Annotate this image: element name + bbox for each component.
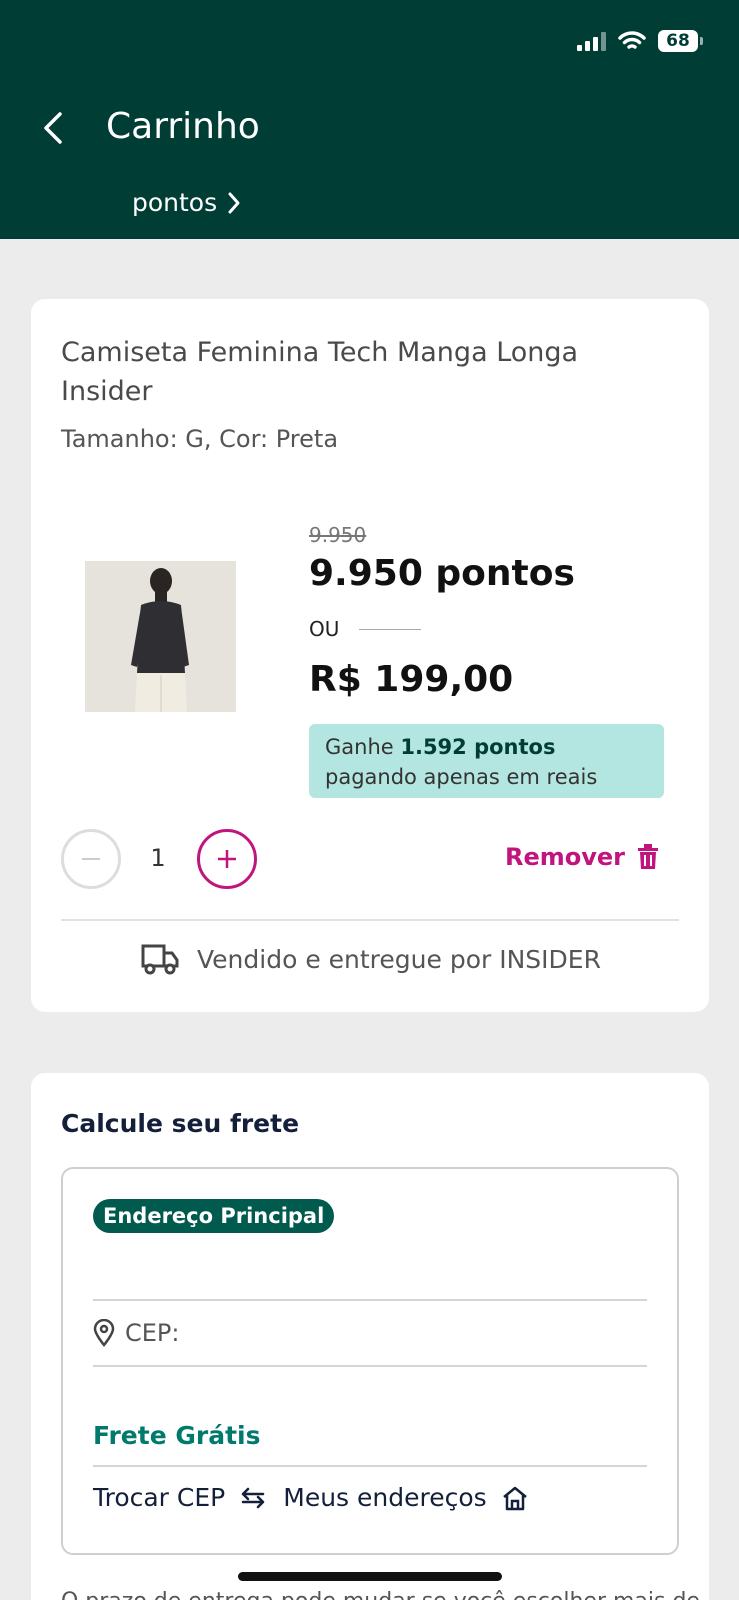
address-box: Endereço Principal CEP: Frete Grátis Tro… (61, 1167, 679, 1555)
points-balance-link[interactable]: pontos (132, 188, 241, 217)
increase-quantity-button[interactable] (197, 829, 257, 889)
points-label: pontos (132, 188, 218, 217)
chevron-right-icon (228, 192, 240, 213)
divider (93, 1299, 647, 1301)
trash-icon (638, 844, 658, 869)
brl-price: R$ 199,00 (309, 659, 514, 700)
or-divider: OU (309, 617, 422, 641)
plus-icon (218, 850, 236, 868)
product-variant: Tamanho: G, Cor: Preta (61, 425, 339, 453)
location-pin-icon (93, 1319, 115, 1347)
original-price: 9.950 (309, 523, 367, 547)
divider (93, 1365, 647, 1367)
cashback-promo: Ganhe 1.592 pontos pagando apenas em rea… (309, 724, 664, 798)
promo-suffix: pagando apenas em reais (325, 765, 598, 789)
product-name[interactable]: Camiseta Feminina Tech Manga Longa Insid… (61, 333, 661, 411)
signal-icon (577, 31, 606, 51)
page-title: Carrinho (106, 106, 260, 147)
product-image[interactable] (85, 561, 236, 712)
my-addresses-button[interactable]: Meus endereços (283, 1483, 528, 1512)
battery-level: 68 (658, 30, 698, 52)
app-header: 68 Carrinho pontos (0, 0, 739, 239)
divider (61, 919, 679, 921)
change-cep-button[interactable]: Trocar CEP (93, 1483, 267, 1512)
remove-label: Remover (504, 843, 625, 871)
free-shipping-label: Frete Grátis (93, 1421, 261, 1450)
my-addresses-label: Meus endereços (283, 1483, 487, 1512)
shipping-card: Calcule seu frete Endereço Principal CEP… (31, 1073, 709, 1600)
swap-arrows-icon (242, 1487, 265, 1508)
status-bar: 68 (577, 30, 703, 52)
delivery-notice: O prazo de entrega pode mudar se você es… (61, 1589, 701, 1600)
divider (93, 1465, 647, 1467)
or-label: OU (309, 617, 340, 641)
change-cep-label: Trocar CEP (93, 1483, 226, 1512)
cep-row: CEP: (93, 1319, 179, 1347)
cep-label: CEP: (125, 1319, 180, 1347)
back-arrow-icon[interactable] (38, 108, 68, 148)
home-icon (502, 1486, 527, 1510)
shipping-title: Calcule seu frete (61, 1109, 300, 1138)
main-address-badge: Endereço Principal (93, 1199, 335, 1233)
seller-info: Vendido e entregue por INSIDER (141, 942, 601, 976)
remove-button[interactable]: Remover (505, 843, 659, 871)
battery-icon: 68 (658, 30, 703, 52)
promo-points: 1.592 pontos (400, 735, 556, 759)
address-actions: Trocar CEP Meus endereços (93, 1483, 529, 1512)
quantity-value: 1 (150, 844, 166, 872)
decrease-quantity-button[interactable] (61, 829, 121, 889)
wifi-icon (618, 31, 646, 49)
cart-item-card: Camiseta Feminina Tech Manga Longa Insid… (31, 299, 709, 1012)
seller-text: Vendido e entregue por INSIDER (197, 944, 601, 974)
promo-prefix: Ganhe (325, 735, 401, 759)
home-indicator[interactable] (238, 1572, 502, 1581)
minus-icon (82, 858, 100, 860)
truck-icon (141, 944, 179, 975)
points-price: 9.950 pontos (309, 553, 575, 594)
